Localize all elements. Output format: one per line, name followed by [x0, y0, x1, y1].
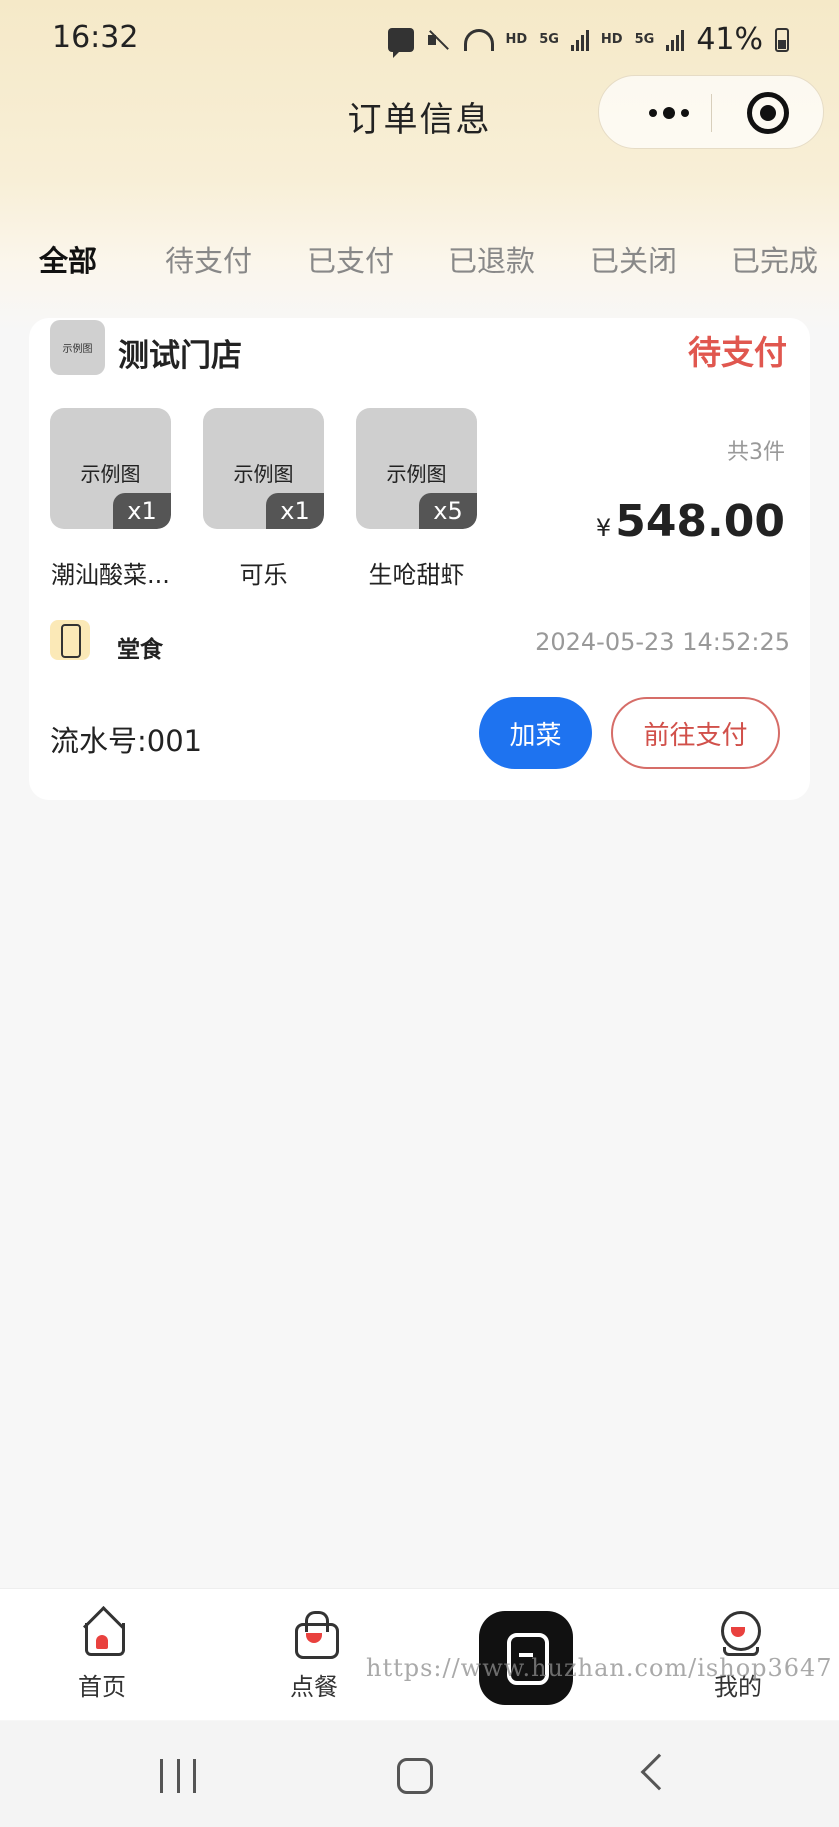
- close-mini-program-icon[interactable]: [747, 92, 789, 134]
- status-bar: 16:32 HD 5G HD 5G 41%: [0, 0, 839, 80]
- item-thumbnail: 示例图 x1: [203, 408, 324, 529]
- battery-level: 41%: [696, 22, 763, 57]
- tab-closed[interactable]: 已关闭: [590, 238, 677, 280]
- status-icons: HD 5G HD 5G 41%: [387, 22, 789, 58]
- hd-label: HD: [505, 32, 528, 47]
- order-card[interactable]: 示例图 测试门店 待支付 示例图 x1 潮汕酸菜... 示例图 x1 可乐 示例…: [29, 318, 810, 800]
- order-status-tabs: 全部 待支付 已支付 已退款 已关闭 已完成: [0, 238, 839, 288]
- order-item: 示例图 x5 生呛甜虾: [356, 408, 477, 590]
- item-placeholder-text: 示例图: [233, 462, 294, 486]
- network-label: 5G: [634, 32, 655, 47]
- store-logo: 示例图: [50, 320, 105, 375]
- go-pay-button[interactable]: 前往支付: [611, 697, 780, 769]
- tabbar-order-label: 点餐: [290, 1673, 338, 1701]
- wifi-icon: [463, 28, 494, 51]
- mini-program-capsule: [598, 75, 824, 149]
- signal-icon: [570, 29, 589, 51]
- order-item: 示例图 x1 可乐: [203, 408, 324, 590]
- dine-in-phone-icon: [50, 620, 90, 660]
- order-status-badge: 待支付: [688, 333, 787, 372]
- item-count: 共3件: [727, 440, 785, 465]
- mute-icon: [426, 28, 452, 52]
- store-name: 测试门店: [118, 338, 242, 374]
- more-menu-icon[interactable]: [629, 99, 709, 127]
- shopping-bag-icon: [291, 1609, 339, 1659]
- serial-number: 流水号:001: [50, 724, 203, 758]
- item-quantity: x1: [266, 493, 324, 529]
- tab-paid[interactable]: 已支付: [307, 238, 394, 280]
- network-label: 5G: [539, 32, 559, 47]
- tab-all[interactable]: 全部: [39, 238, 97, 280]
- home-button-icon[interactable]: [397, 1758, 433, 1794]
- item-name: 可乐: [239, 561, 288, 589]
- home-icon: [79, 1609, 125, 1656]
- scan-order-button[interactable]: [479, 1611, 573, 1705]
- recent-apps-icon[interactable]: [160, 1759, 196, 1793]
- item-placeholder-text: 示例图: [80, 462, 141, 486]
- item-quantity: x5: [419, 493, 477, 529]
- tabbar-mine-label: 我的: [714, 1673, 762, 1701]
- profile-icon: [715, 1609, 761, 1656]
- tab-pending-payment[interactable]: 待支付: [165, 238, 252, 280]
- item-thumbnail: 示例图 x5: [356, 408, 477, 529]
- dine-type-label: 堂食: [117, 637, 163, 663]
- battery-icon: [775, 27, 789, 52]
- item-name: 生呛甜虾: [368, 561, 465, 589]
- capsule-divider: [711, 94, 712, 132]
- message-icon: [387, 27, 414, 58]
- tabbar-order[interactable]: 点餐: [254, 1609, 374, 1702]
- back-icon[interactable]: [640, 1753, 678, 1791]
- tab-refunded[interactable]: 已退款: [448, 238, 535, 280]
- tab-completed[interactable]: 已完成: [731, 238, 818, 280]
- hd-label: HD: [600, 32, 623, 47]
- currency-symbol: ¥: [595, 514, 612, 542]
- item-placeholder-text: 示例图: [386, 462, 447, 486]
- tabbar-mine[interactable]: 我的: [678, 1609, 798, 1702]
- item-quantity: x1: [113, 493, 171, 529]
- system-navigation-bar: [0, 1721, 839, 1827]
- order-total: ¥548.00: [596, 496, 785, 547]
- tabbar-home[interactable]: 首页: [42, 1609, 162, 1702]
- item-thumbnail: 示例图 x1: [50, 408, 171, 529]
- total-amount: 548.00: [615, 496, 785, 547]
- add-dish-button[interactable]: 加菜: [479, 697, 592, 769]
- order-time: 2024-05-23 14:52:25: [535, 628, 790, 656]
- bottom-tab-bar: 首页 点餐 我的: [0, 1588, 839, 1720]
- item-name: 潮汕酸菜...: [51, 561, 170, 589]
- status-time: 16:32: [52, 20, 139, 55]
- order-item: 示例图 x1 潮汕酸菜...: [50, 408, 171, 590]
- signal-icon: [666, 29, 685, 51]
- tabbar-home-label: 首页: [78, 1673, 126, 1701]
